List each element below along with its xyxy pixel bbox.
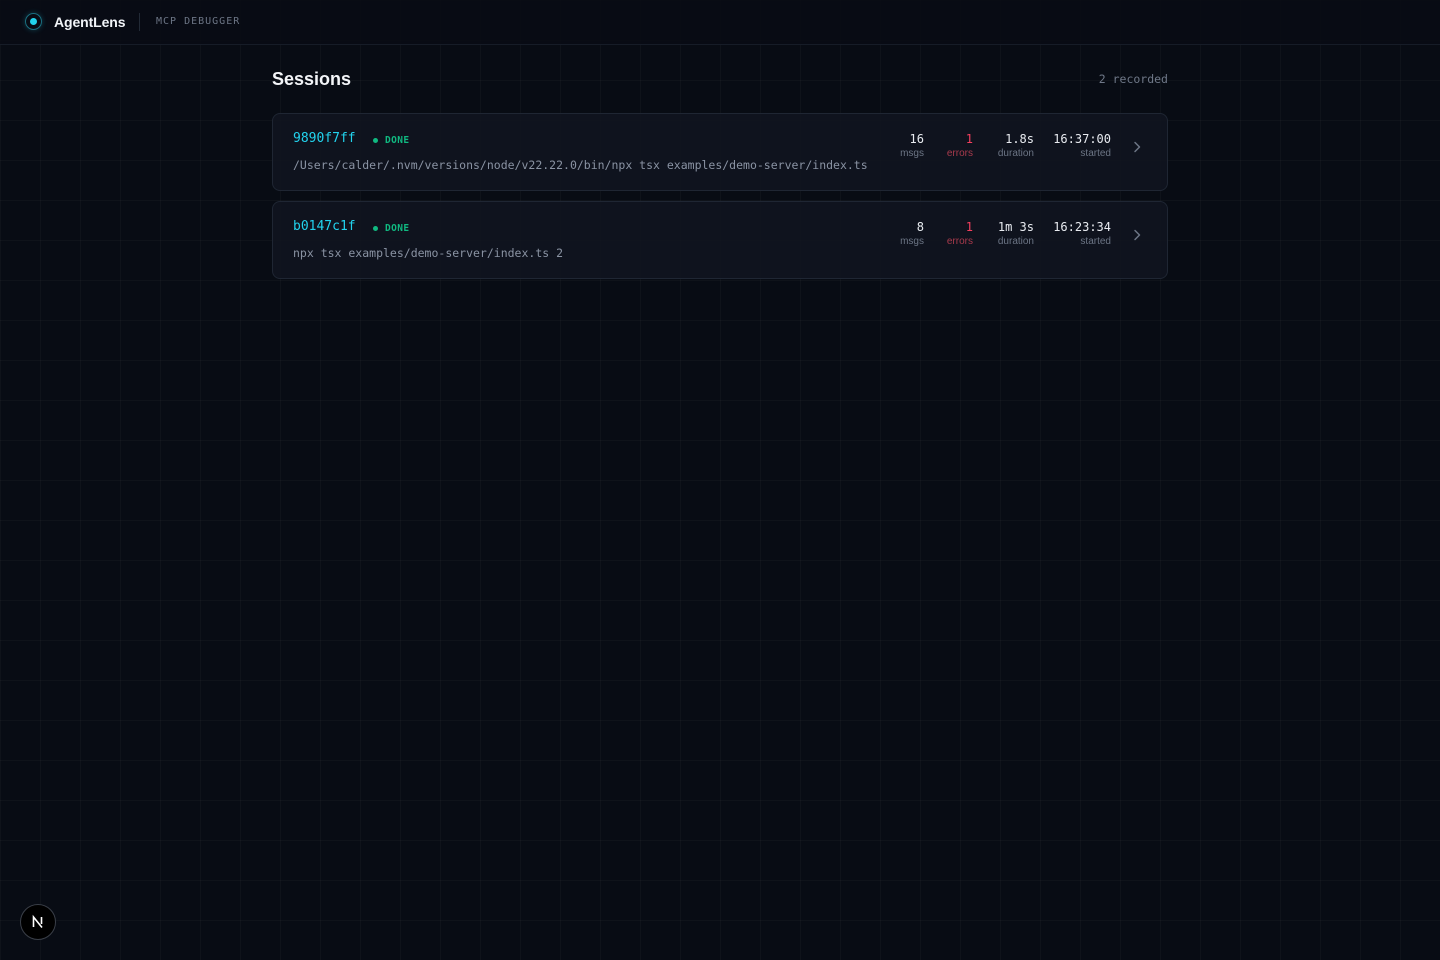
- header-divider: [139, 13, 140, 31]
- nextjs-dev-badge[interactable]: [20, 904, 56, 940]
- stat-errors-label: errors: [946, 236, 973, 247]
- session-command: npx tsx examples/demo-server/index.ts 2: [293, 246, 564, 260]
- stat-msgs-label: msgs: [900, 148, 924, 159]
- session-row[interactable]: b0147c1f DONE npx tsx examples/demo-serv…: [272, 201, 1168, 279]
- stat-msgs-value: 16: [909, 132, 924, 146]
- stat-started-label: started: [1080, 236, 1111, 247]
- status-badge: DONE: [373, 135, 409, 146]
- stat-started-value: 16:37:00: [1053, 132, 1111, 146]
- stat-errors: 1 errors: [947, 220, 973, 249]
- status-dot-icon: [373, 138, 378, 143]
- app-subtitle: MCP DEBUGGER: [156, 16, 241, 27]
- status-badge: DONE: [373, 223, 409, 234]
- stat-errors: 1 errors: [947, 132, 973, 161]
- session-count: 2 recorded: [1098, 72, 1168, 86]
- stat-msgs-value: 8: [916, 220, 924, 234]
- stat-msgs: 16 msgs: [900, 132, 924, 161]
- brand-name: AgentLens: [54, 14, 126, 30]
- chevron-right-icon[interactable]: [1129, 227, 1145, 243]
- stat-started: 16:23:34 started: [1053, 220, 1111, 249]
- stat-errors-label: errors: [946, 148, 973, 159]
- stat-duration-label: duration: [997, 148, 1034, 159]
- stat-duration-label: duration: [997, 236, 1034, 247]
- stat-duration-value: 1.8s: [1005, 132, 1034, 146]
- stat-duration-value: 1m 3s: [997, 220, 1034, 234]
- stat-duration: 1.8s duration: [998, 132, 1034, 161]
- stat-errors-value: 1: [965, 220, 973, 234]
- stat-started-value: 16:23:34: [1053, 220, 1111, 234]
- chevron-right-icon[interactable]: [1129, 139, 1145, 155]
- page-title: Sessions: [272, 69, 352, 89]
- top-bar: AgentLens MCP DEBUGGER: [0, 0, 1440, 45]
- session-id: 9890f7ff: [293, 131, 356, 146]
- session-command: /Users/calder/.nvm/versions/node/v22.22.…: [293, 158, 868, 172]
- lens-logo-icon: [25, 13, 42, 30]
- stat-errors-value: 1: [965, 132, 973, 146]
- stat-started-label: started: [1080, 148, 1111, 159]
- nextjs-icon: [32, 914, 43, 929]
- session-id: b0147c1f: [293, 219, 356, 234]
- session-row[interactable]: 9890f7ff DONE /Users/calder/.nvm/version…: [272, 113, 1168, 191]
- stat-started: 16:37:00 started: [1053, 132, 1111, 161]
- stat-msgs-label: msgs: [900, 236, 924, 247]
- status-label: DONE: [385, 135, 410, 146]
- stat-msgs: 8 msgs: [900, 220, 924, 249]
- stat-duration: 1m 3s duration: [998, 220, 1034, 249]
- status-label: DONE: [385, 223, 410, 234]
- status-dot-icon: [373, 226, 378, 231]
